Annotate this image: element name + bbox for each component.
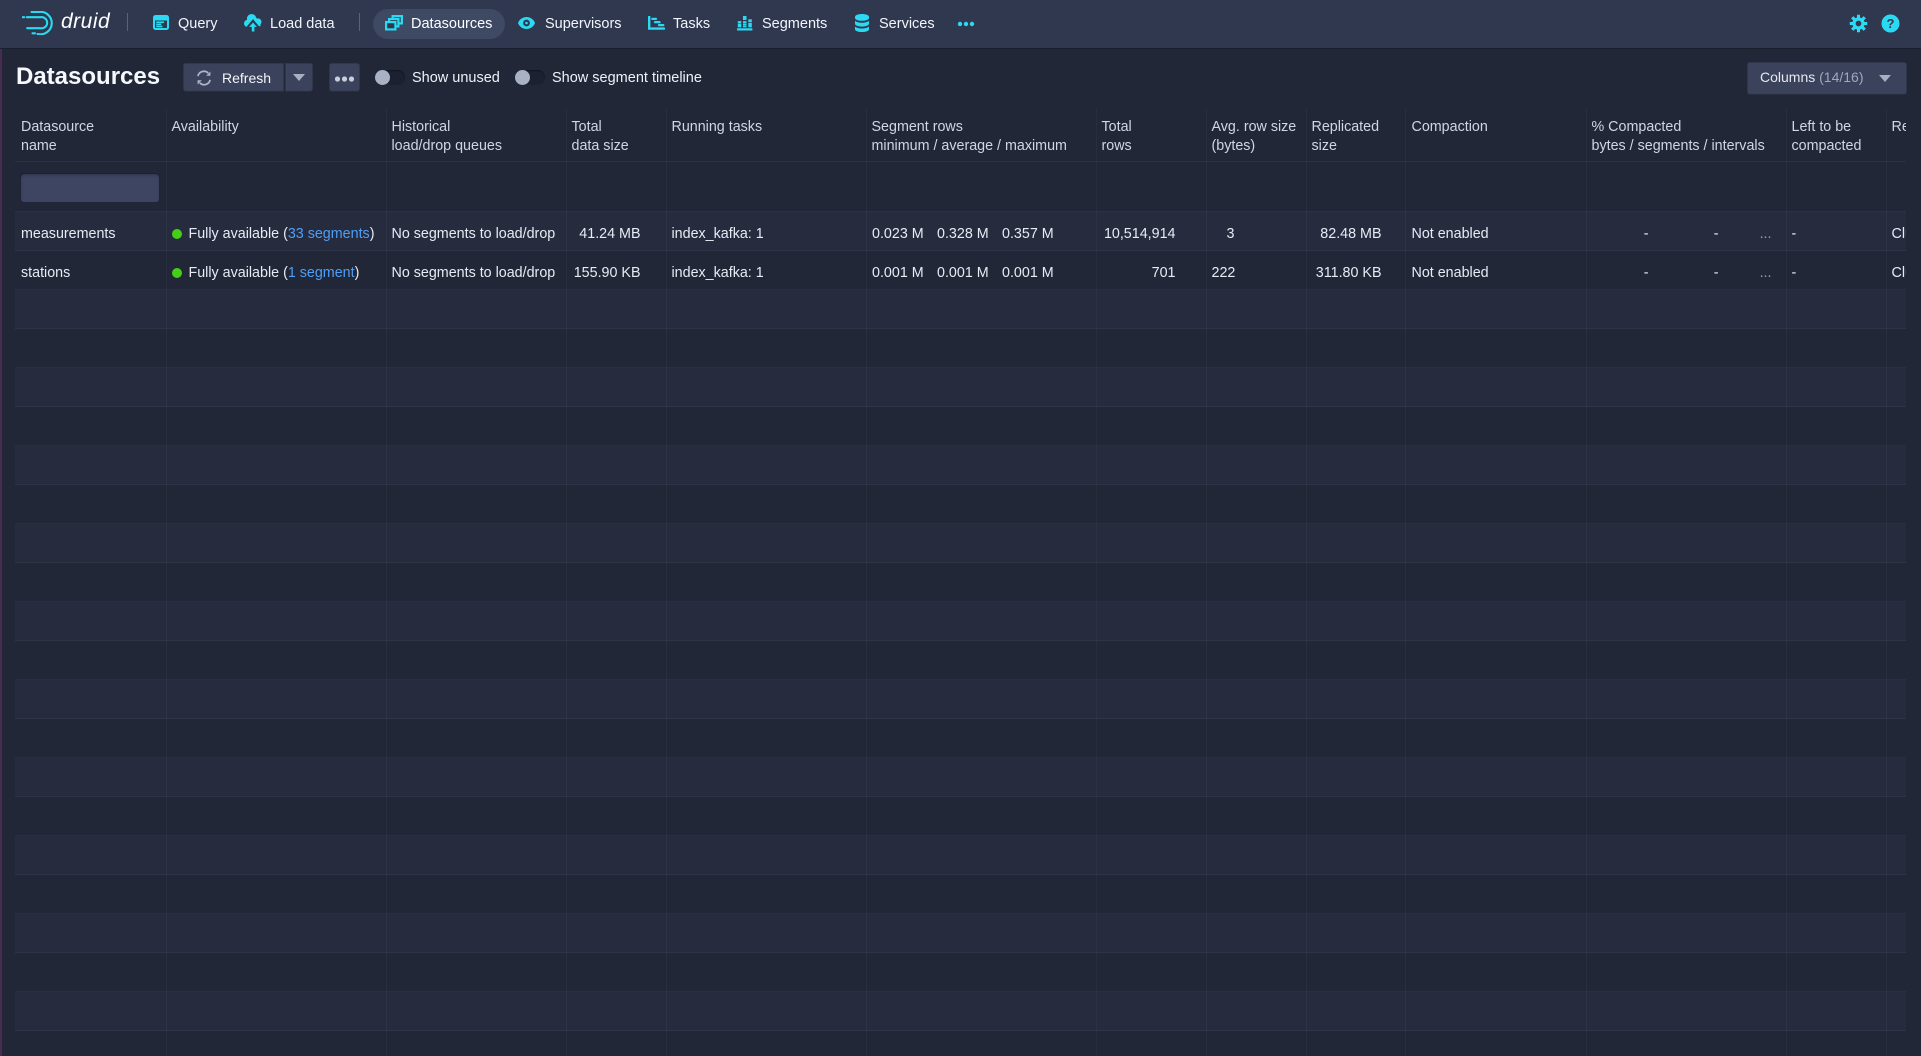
svg-text:?: ? [1887, 16, 1895, 31]
